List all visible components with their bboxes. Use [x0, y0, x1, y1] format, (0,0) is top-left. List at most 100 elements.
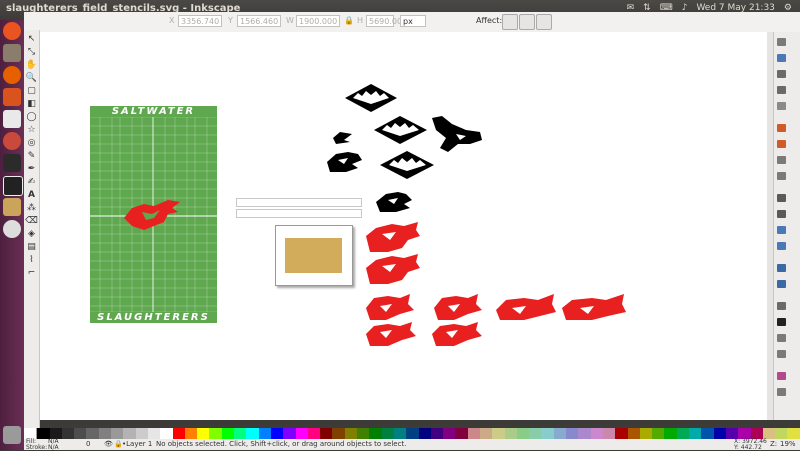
field-bottom-text: SLAUGHTERERS: [90, 312, 217, 323]
bucket-tool-icon[interactable]: ◈: [25, 229, 38, 240]
field-top-text: SALTWATER: [90, 106, 217, 117]
redo-icon[interactable]: [777, 140, 786, 148]
save-icon[interactable]: [777, 70, 786, 78]
image-viewer-icon[interactable]: [3, 198, 21, 216]
calligraphy-tool-icon[interactable]: ✍: [25, 177, 38, 188]
preferences-icon[interactable]: [777, 388, 786, 396]
scale-stroke-toggle[interactable]: [502, 14, 518, 30]
box3d-tool-icon[interactable]: ◧: [25, 99, 38, 110]
new-document-icon[interactable]: [777, 38, 786, 46]
dropper-tool-icon[interactable]: ⌇: [25, 255, 38, 266]
lock-icon[interactable]: 🔒: [344, 16, 354, 25]
inkscape-icon[interactable]: [3, 176, 23, 196]
black-diamond-2: [374, 116, 427, 144]
field-grid: [90, 116, 217, 313]
commands-bar: [773, 32, 800, 420]
gradient-tool-icon[interactable]: ▤: [25, 242, 38, 253]
text-tool-icon[interactable]: A: [25, 190, 38, 201]
zoom-page-icon[interactable]: [777, 242, 786, 250]
red-dragon-8: [432, 322, 482, 346]
disc-icon[interactable]: [3, 220, 21, 238]
zoom-tool-icon[interactable]: 🔍: [25, 73, 38, 84]
black-diamond-1: [345, 84, 397, 112]
h-field[interactable]: 5690.000: [366, 15, 407, 27]
gold-swatch[interactable]: [285, 238, 342, 273]
w-label: W: [286, 16, 294, 25]
opacity-field[interactable]: 0: [86, 440, 90, 448]
import-icon[interactable]: [777, 102, 786, 110]
tool-controls-bar: X 3356.740 Y 1566.460 W 1900.000 🔒 H 569…: [24, 12, 800, 33]
red-dragon-3: [366, 294, 414, 320]
x-label: X: [169, 16, 175, 25]
status-message: No objects selected. Click, Shift+click,…: [156, 440, 407, 448]
field-logo: [124, 200, 180, 230]
x-field[interactable]: 3356.740: [178, 15, 222, 27]
dash-home-icon[interactable]: [3, 22, 21, 40]
clone-icon[interactable]: [777, 280, 786, 288]
terminal-icon[interactable]: [3, 154, 21, 172]
files-icon[interactable]: [3, 44, 21, 62]
black-jaw-skull: [432, 116, 482, 152]
paste-icon[interactable]: [777, 172, 786, 180]
ubuntu-launcher: [0, 20, 24, 450]
empty-frame-2[interactable]: [236, 209, 362, 218]
firefox-icon[interactable]: [3, 66, 21, 84]
red-dragon-2: [366, 254, 420, 284]
zoom-drawing-icon[interactable]: [777, 226, 786, 234]
tweak-tool-icon[interactable]: ✋: [25, 60, 38, 71]
settings-icon[interactable]: [3, 132, 21, 150]
pen-tool-icon[interactable]: ✒: [25, 164, 38, 175]
move-gradients-toggle[interactable]: [536, 14, 552, 30]
open-icon[interactable]: [777, 54, 786, 62]
fill-stroke-icon[interactable]: [777, 372, 786, 380]
copy-icon[interactable]: [777, 156, 786, 164]
spray-tool-icon[interactable]: ⁂: [25, 203, 38, 214]
trash-icon[interactable]: [3, 426, 21, 444]
xml-editor-icon[interactable]: [777, 334, 786, 342]
connector-tool-icon[interactable]: ⌐: [25, 268, 38, 279]
w-field[interactable]: 1900.000: [296, 15, 340, 27]
rectangle-tool-icon[interactable]: ▢: [25, 86, 38, 97]
red-dragon-1: [366, 222, 420, 252]
group-icon[interactable]: [777, 302, 786, 310]
red-dragon-7: [366, 322, 416, 346]
y-field[interactable]: 1566.460: [237, 15, 281, 27]
black-dragon-2: [376, 192, 412, 212]
h-label: H: [357, 16, 364, 25]
empty-frame-1[interactable]: [236, 198, 362, 207]
ellipse-tool-icon[interactable]: ◯: [25, 112, 38, 123]
color-palette[interactable]: [24, 428, 800, 439]
zoom-field[interactable]: 19%: [780, 440, 796, 448]
selector-tool-icon[interactable]: ↖: [25, 34, 38, 45]
undo-icon[interactable]: [777, 124, 786, 132]
football-field[interactable]: SALTWATER SLAUGHTERERS: [90, 106, 217, 323]
drawing-canvas[interactable]: SALTWATER SLAUGHTERERS: [40, 32, 767, 420]
print-icon[interactable]: [777, 86, 786, 94]
red-dragon-4: [434, 294, 482, 320]
star-tool-icon[interactable]: ☆: [25, 125, 38, 136]
red-dragon-6: [562, 294, 626, 320]
zoom-out-icon[interactable]: [777, 210, 786, 218]
black-dragon-1: [327, 152, 362, 172]
zoom-in-icon[interactable]: [777, 194, 786, 202]
red-dragon-5: [496, 294, 556, 320]
layer-select[interactable]: •Layer 1: [122, 440, 152, 448]
text-font-icon[interactable]: [777, 318, 786, 326]
affect-label: Affect:: [476, 16, 503, 25]
duplicate-icon[interactable]: [777, 264, 786, 272]
zoom-label: Z:: [770, 440, 778, 448]
node-tool-icon[interactable]: ⤡: [25, 47, 38, 58]
y-label: Y: [228, 16, 233, 25]
toolbox: ↖ ⤡ ✋ 🔍 ▢ ◧ ◯ ☆ ◎ ✎ ✒ ✍ A ⁂ ⌫ ◈ ▤ ⌇ ⌐: [24, 30, 40, 438]
swatch-card[interactable]: [275, 225, 353, 286]
unit-select[interactable]: px: [400, 15, 426, 27]
pencil-tool-icon[interactable]: ✎: [25, 151, 38, 162]
eraser-tool-icon[interactable]: ⌫: [25, 216, 38, 227]
software-center-icon[interactable]: [3, 88, 21, 106]
eye-icon[interactable]: 👁: [104, 440, 113, 448]
align-icon[interactable]: [777, 350, 786, 358]
libreoffice-icon[interactable]: [3, 110, 21, 128]
scale-corners-toggle[interactable]: [519, 14, 535, 30]
spiral-tool-icon[interactable]: ◎: [25, 138, 38, 149]
black-diamond-3: [380, 151, 434, 179]
